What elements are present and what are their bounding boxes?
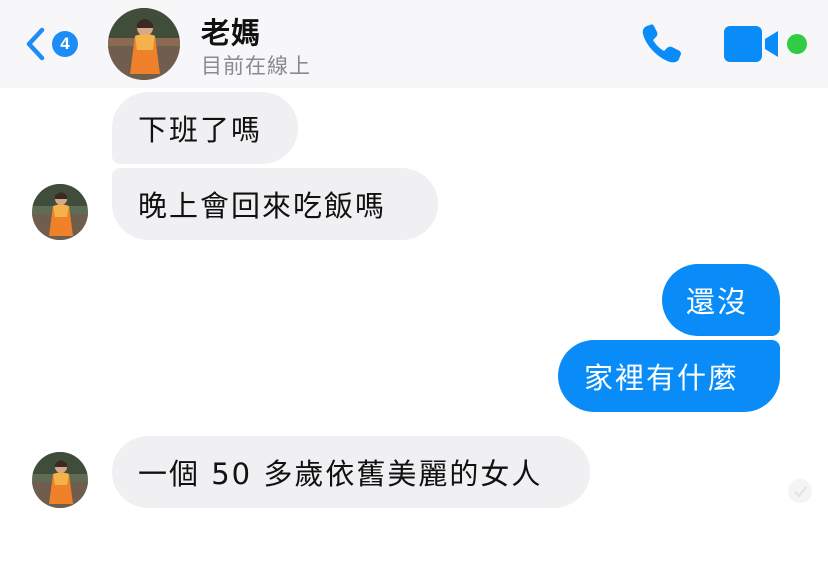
message-bubble-outgoing[interactable]: 家裡有什麼: [558, 340, 780, 412]
message-bubble-incoming[interactable]: 一個 50 多歲依舊美麗的女人: [112, 436, 590, 508]
phone-icon: [642, 24, 681, 63]
chat-header: 4 老媽 目前在線上: [0, 0, 828, 88]
message-bubble-incoming[interactable]: 下班了嗎: [112, 92, 298, 164]
video-camera-icon: [724, 26, 778, 62]
chat-screen: 4 老媽 目前在線上 下班了嗎 晚上會回來吃飯嗎 還沒 家裡有什麼 一個 50 …: [0, 0, 828, 580]
sender-avatar[interactable]: [32, 184, 88, 240]
message-bubble-outgoing[interactable]: 還沒: [662, 264, 780, 336]
back-chevron-icon: [26, 27, 45, 61]
online-status-dot: [787, 34, 807, 54]
contact-avatar[interactable]: [108, 8, 180, 80]
voice-call-button[interactable]: [638, 20, 690, 68]
avatar-photo: [32, 184, 88, 240]
contact-status: 目前在線上: [201, 54, 311, 78]
back-button[interactable]: 4: [22, 22, 88, 66]
avatar-photo: [108, 8, 180, 80]
message-bubble-incoming[interactable]: 晚上會回來吃飯嗎: [112, 168, 438, 240]
avatar-photo: [32, 452, 88, 508]
unread-count-badge: 4: [52, 31, 78, 57]
read-receipt-icon: [786, 477, 814, 505]
sender-avatar[interactable]: [32, 452, 88, 508]
contact-name: 老媽: [201, 16, 262, 50]
video-call-button[interactable]: [722, 24, 784, 64]
